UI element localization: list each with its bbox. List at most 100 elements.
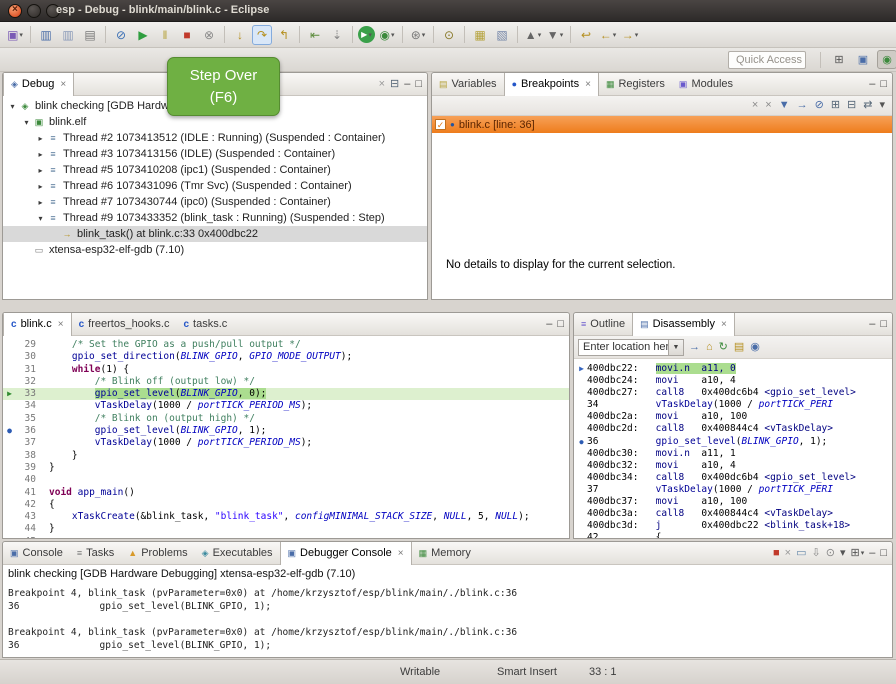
tree-expander-icon[interactable]: ▸ xyxy=(35,150,46,159)
tree-expander-icon[interactable]: ▾ xyxy=(21,118,32,127)
code-line[interactable]: 43 xTaskCreate(&blink_task, "blink_task"… xyxy=(3,511,569,523)
views-tab-modules[interactable]: ▣Modules xyxy=(672,73,740,96)
editor-ruler[interactable] xyxy=(3,536,16,538)
code-line[interactable]: ▶33 gpio_set_level(BLINK_GPIO, 0); xyxy=(3,388,569,400)
code-line[interactable]: 31 while(1) { xyxy=(3,364,569,376)
disassembly-line[interactable]: 400dbc37: movi a10, 100 xyxy=(576,496,892,508)
back-icon[interactable]: ←▾ xyxy=(598,25,618,45)
new-wizard-icon[interactable]: ▣▾ xyxy=(5,25,25,45)
line-number[interactable]: 29 xyxy=(16,339,41,351)
minimize-icon[interactable]: – xyxy=(869,79,875,90)
line-number[interactable]: 43 xyxy=(16,511,41,523)
display-selected-console-icon[interactable]: ▾ xyxy=(840,548,846,559)
views-tab-variables[interactable]: ▤Variables xyxy=(432,73,504,96)
line-number[interactable]: 41 xyxy=(16,487,41,499)
line-number[interactable]: 32 xyxy=(16,376,41,388)
tab-close-icon[interactable]: × xyxy=(585,79,591,90)
next-annotation-icon[interactable]: ▼▾ xyxy=(545,25,565,45)
tab-close-icon[interactable]: × xyxy=(398,548,404,559)
debug-tree-item[interactable]: ▸≡Thread #7 1073430744 (ipc0) (Suspended… xyxy=(3,194,427,210)
step-return-icon[interactable]: ↰ xyxy=(274,25,294,45)
tab-close-icon[interactable]: × xyxy=(58,319,64,330)
editor-ruler[interactable] xyxy=(3,339,16,351)
debug-perspective-icon[interactable]: ◉ xyxy=(877,50,896,69)
console-tab-memory[interactable]: ▦Memory xyxy=(412,542,478,565)
line-number[interactable]: 35 xyxy=(16,413,41,425)
editor-ruler[interactable] xyxy=(3,376,16,388)
editor-ruler[interactable] xyxy=(3,499,16,511)
last-edit-location-icon[interactable]: ↩ xyxy=(576,25,596,45)
views-tab-disassembly[interactable]: ▤Disassembly× xyxy=(632,313,735,336)
editor-ruler[interactable] xyxy=(3,364,16,376)
track-expression-icon[interactable]: ◉ xyxy=(750,342,760,353)
code-line[interactable]: 44} xyxy=(3,523,569,535)
editor-tab-tasks-c[interactable]: ctasks.c xyxy=(176,313,234,336)
debug-tree-item[interactable]: ▸≡Thread #2 1073413512 (IDLE : Running) … xyxy=(3,130,427,146)
line-number[interactable]: 30 xyxy=(16,351,41,363)
minimize-icon[interactable]: – xyxy=(546,319,552,330)
debug-tree-item[interactable]: ▸≡Thread #6 1073431096 (Tmr Svc) (Suspen… xyxy=(3,178,427,194)
print-icon[interactable]: ▤ xyxy=(80,25,100,45)
show-breakpoints-for-icon[interactable]: ▼ xyxy=(779,100,790,111)
open-perspective-icon[interactable]: ⊞ xyxy=(829,50,849,69)
disassembly-line[interactable]: ●36 gpio_set_level(BLINK_GPIO, 1); xyxy=(576,436,892,448)
home-icon[interactable]: ⌂ xyxy=(706,342,713,353)
debug-tab-debug[interactable]: ◈Debug× xyxy=(3,73,74,96)
expand-all-icon[interactable]: ⊞ xyxy=(831,100,840,111)
minimize-icon[interactable]: – xyxy=(869,548,875,559)
console-tab-executables[interactable]: ◈Executables xyxy=(195,542,280,565)
step-over-icon[interactable]: ↷ xyxy=(252,25,272,45)
disconnect-icon[interactable]: ⊗ xyxy=(199,25,219,45)
editor-ruler[interactable] xyxy=(3,487,16,499)
save-icon[interactable]: ▥ xyxy=(36,25,56,45)
code-line[interactable]: 45 xyxy=(3,536,569,538)
code-line[interactable]: 39} xyxy=(3,462,569,474)
maximize-icon[interactable]: □ xyxy=(415,79,422,90)
remove-launch-icon[interactable]: × xyxy=(785,548,791,559)
link-with-debug-view-icon[interactable]: ⇄ xyxy=(863,100,872,111)
code-line[interactable]: 40 xyxy=(3,474,569,486)
collapse-all-icon[interactable]: ⊟ xyxy=(390,79,399,90)
breakpoint-marker-icon[interactable]: ● xyxy=(3,425,16,437)
location-input[interactable]: Enter location here xyxy=(579,341,668,353)
code-line[interactable]: 30 gpio_set_direction(BLINK_GPIO, GPIO_M… xyxy=(3,351,569,363)
line-number[interactable]: 37 xyxy=(16,437,41,449)
line-number[interactable]: 31 xyxy=(16,364,41,376)
code-line[interactable]: 42{ xyxy=(3,499,569,511)
code-line[interactable]: 29 /* Set the GPIO as a push/pull output… xyxy=(3,339,569,351)
editor-ruler[interactable] xyxy=(3,351,16,363)
code-line[interactable]: 32 /* Blink off (output low) */ xyxy=(3,376,569,388)
editor-ruler[interactable] xyxy=(3,511,16,523)
terminate-icon[interactable]: ■ xyxy=(773,548,780,559)
editor-ruler[interactable] xyxy=(3,474,16,486)
disassembly-line[interactable]: 400dbc2d: call8 0x400844c4 <vTaskDelay> xyxy=(576,423,892,435)
save-all-icon[interactable]: ▥ xyxy=(58,25,78,45)
breakpoint-item[interactable]: ✓●blink.c [line: 36] xyxy=(432,116,892,133)
line-number[interactable]: 36 xyxy=(16,425,41,437)
views-tab-breakpoints[interactable]: ●Breakpoints× xyxy=(504,73,599,96)
search-icon[interactable]: ⊙ xyxy=(439,25,459,45)
editor-ruler[interactable] xyxy=(3,437,16,449)
breakpoint-checkbox[interactable]: ✓ xyxy=(435,119,446,130)
disassembly-line[interactable]: 400dbc34: call8 0x400dc6b4 <gpio_set_lev… xyxy=(576,472,892,484)
disassembly-line[interactable]: 400dbc3d: j 0x400dbc22 <blink_task+18> xyxy=(576,520,892,532)
tab-close-icon[interactable]: × xyxy=(60,79,66,90)
instruction-pointer-icon[interactable]: ▶ xyxy=(3,388,16,400)
maximize-icon[interactable]: □ xyxy=(880,548,887,559)
debug-tree-item[interactable]: ▾▣blink.elf xyxy=(3,114,427,130)
toggle-mark-occurrences-icon[interactable]: ▦ xyxy=(470,25,490,45)
tree-expander-icon[interactable]: ▸ xyxy=(35,198,46,207)
tree-expander-icon[interactable]: ▾ xyxy=(35,214,46,223)
debug-tree-item[interactable]: ▾≡Thread #9 1073433352 (blink_task : Run… xyxy=(3,210,427,226)
line-number[interactable]: 45 xyxy=(16,536,41,538)
debug-tree-item[interactable]: ▸≡Thread #3 1073413156 (IDLE) (Suspended… xyxy=(3,146,427,162)
external-tools-icon[interactable]: ⊛▾ xyxy=(408,25,428,45)
views-tab-outline[interactable]: ≡Outline xyxy=(574,313,632,336)
scroll-lock-icon[interactable]: ⇩ xyxy=(812,548,821,559)
console-body[interactable]: blink checking [GDB Hardware Debugging] … xyxy=(3,565,892,657)
skip-all-breakpoints-icon[interactable]: ⊘ xyxy=(111,25,131,45)
editor-tab-freertos-hooks-c[interactable]: cfreertos_hooks.c xyxy=(72,313,177,336)
line-number[interactable]: 40 xyxy=(16,474,41,486)
suspend-icon[interactable]: ‖ xyxy=(155,25,175,45)
console-tab-tasks[interactable]: ≡Tasks xyxy=(70,542,121,565)
